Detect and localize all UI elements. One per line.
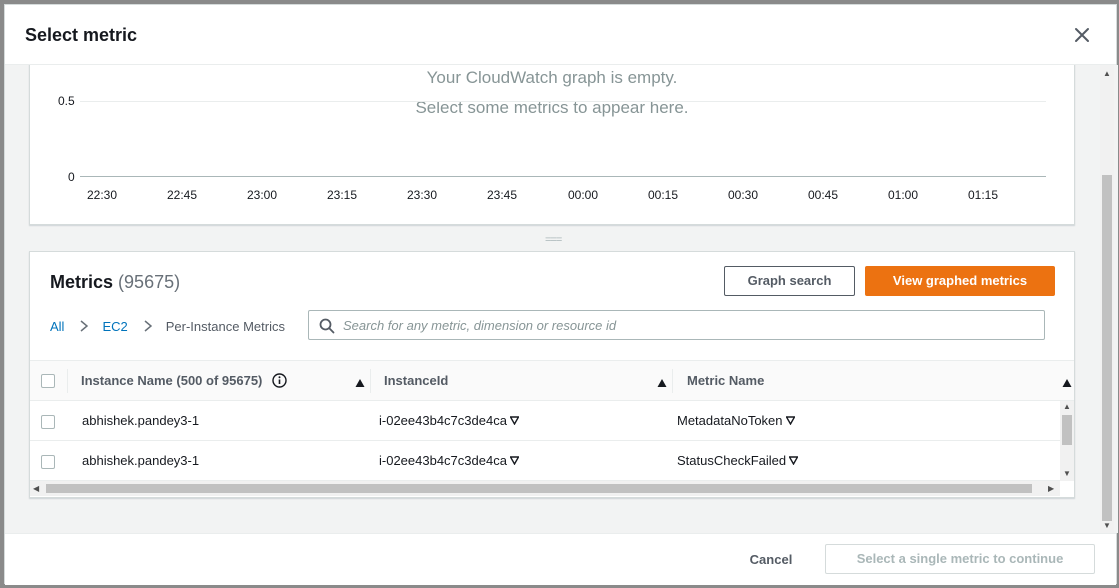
metric-name-value: MetadataNoToken — [677, 413, 783, 428]
scroll-thumb[interactable] — [1062, 415, 1072, 445]
close-icon[interactable] — [1070, 23, 1094, 47]
instance-id-value: i-02ee43b4c7c3de4ca — [379, 453, 507, 468]
row-checkbox[interactable] — [41, 455, 55, 469]
graph-empty-title: Your CloudWatch graph is empty. — [426, 68, 678, 87]
graph-search-button[interactable]: Graph search — [724, 266, 855, 296]
metrics-panel: Metrics (95675) Graph search View graphe… — [29, 251, 1075, 498]
cell-instance-id: i-02ee43b4c7c3de4ca — [379, 453, 520, 468]
resize-handle[interactable]: === — [545, 234, 562, 246]
y-tick-label: 0 — [68, 170, 75, 184]
view-graphed-metrics-button[interactable]: View graphed metrics — [865, 266, 1055, 296]
y-tick-label: 0.5 — [58, 94, 75, 108]
filter-dropdown-icon[interactable] — [788, 453, 799, 466]
column-header-instance-id[interactable]: InstanceId — [384, 373, 448, 388]
chevron-right-icon — [144, 320, 152, 332]
table-header: Instance Name (500 of 95675) InstanceId … — [30, 360, 1074, 401]
select-all-checkbox[interactable] — [41, 374, 55, 388]
breadcrumb-current: Per-Instance Metrics — [165, 318, 285, 334]
cell-instance-id: i-02ee43b4c7c3de4ca — [379, 413, 520, 428]
select-metric-modal: Select metric Your CloudWatch graph is e… — [4, 4, 1118, 585]
grid-line — [80, 101, 1046, 102]
scroll-up-icon[interactable]: ▲ — [1103, 69, 1111, 78]
column-title: Instance Name — [81, 373, 173, 388]
scroll-thumb[interactable] — [1102, 175, 1112, 521]
column-divider — [370, 369, 371, 393]
modal-footer: Cancel Select a single metric to continu… — [5, 533, 1116, 585]
x-tick-label: 22:30 — [86, 188, 118, 202]
x-tick-label: 22:45 — [166, 188, 198, 202]
continue-button: Select a single metric to continue — [825, 544, 1095, 574]
scroll-down-icon[interactable]: ▼ — [1103, 521, 1111, 530]
table-vertical-scrollbar[interactable]: ▲ ▼ — [1060, 401, 1074, 481]
metrics-heading: Metrics (95675) — [50, 272, 180, 293]
scroll-left-icon[interactable]: ◀ — [33, 484, 39, 493]
search-icon — [319, 318, 335, 334]
breadcrumb-all[interactable]: All — [50, 319, 64, 334]
table-body: abhishek.pandey3-1 i-02ee43b4c7c3de4ca M… — [30, 401, 1060, 481]
modal-scrollbar[interactable]: ▲ ▼ — [1100, 65, 1114, 533]
column-count: (500 of 95675) — [176, 373, 263, 388]
metrics-title: Metrics — [50, 272, 114, 292]
filter-dropdown-icon[interactable] — [509, 413, 520, 426]
breadcrumb-ec2[interactable]: EC2 — [102, 319, 127, 334]
metric-search-input[interactable] — [343, 315, 1033, 335]
cell-instance-name: abhishek.pandey3-1 — [82, 453, 200, 468]
x-tick-label: 01:00 — [887, 188, 919, 202]
x-tick-label: 01:15 — [967, 188, 999, 202]
sort-ascending-icon[interactable] — [355, 375, 365, 387]
x-tick-label: 00:00 — [567, 188, 599, 202]
filter-dropdown-icon[interactable] — [509, 453, 520, 466]
scroll-thumb[interactable] — [46, 484, 1032, 493]
column-header-instance-name[interactable]: Instance Name (500 of 95675) — [81, 373, 287, 388]
modal-title: Select metric — [25, 25, 138, 45]
cell-instance-name: abhishek.pandey3-1 — [82, 413, 200, 428]
sort-ascending-icon[interactable] — [1062, 375, 1072, 387]
chevron-right-icon — [80, 320, 89, 332]
cell-metric-name: MetadataNoToken — [677, 413, 796, 428]
column-divider — [672, 369, 673, 393]
info-icon[interactable] — [272, 373, 287, 388]
table-row[interactable]: abhishek.pandey3-1 i-02ee43b4c7c3de4ca M… — [30, 401, 1060, 441]
x-tick-label: 23:00 — [246, 188, 278, 202]
x-tick-label: 00:30 — [727, 188, 759, 202]
cancel-button[interactable]: Cancel — [735, 548, 807, 572]
modal-header: Select metric — [5, 5, 1116, 65]
instance-id-value: i-02ee43b4c7c3de4ca — [379, 413, 507, 428]
sort-ascending-icon[interactable] — [657, 375, 667, 387]
x-tick-label: 23:45 — [486, 188, 518, 202]
x-axis-line — [80, 176, 1046, 177]
row-checkbox[interactable] — [41, 415, 55, 429]
scroll-right-icon[interactable]: ▶ — [1048, 484, 1054, 493]
table-row[interactable]: abhishek.pandey3-1 i-02ee43b4c7c3de4ca S… — [30, 441, 1060, 481]
metrics-count: (95675) — [118, 272, 181, 292]
x-tick-label: 00:45 — [807, 188, 839, 202]
metric-name-value: StatusCheckFailed — [677, 453, 787, 468]
column-divider — [67, 369, 68, 393]
modal-body: Your CloudWatch graph is empty. Select s… — [5, 65, 1118, 533]
x-tick-label: 23:30 — [406, 188, 438, 202]
metric-search-box[interactable] — [308, 310, 1045, 340]
column-header-metric-name[interactable]: Metric Name — [687, 373, 764, 388]
scroll-up-icon[interactable]: ▲ — [1063, 402, 1071, 411]
graph-panel: Your CloudWatch graph is empty. Select s… — [29, 65, 1075, 225]
breadcrumb: All EC2 Per-Instance Metrics — [50, 316, 285, 336]
x-tick-label: 00:15 — [647, 188, 679, 202]
x-tick-label: 23:15 — [326, 188, 358, 202]
scroll-down-icon[interactable]: ▼ — [1063, 469, 1071, 478]
table-horizontal-scrollbar[interactable]: ◀ ▶ — [30, 481, 1060, 496]
cell-metric-name: StatusCheckFailed — [677, 453, 799, 468]
filter-dropdown-icon[interactable] — [784, 413, 796, 426]
